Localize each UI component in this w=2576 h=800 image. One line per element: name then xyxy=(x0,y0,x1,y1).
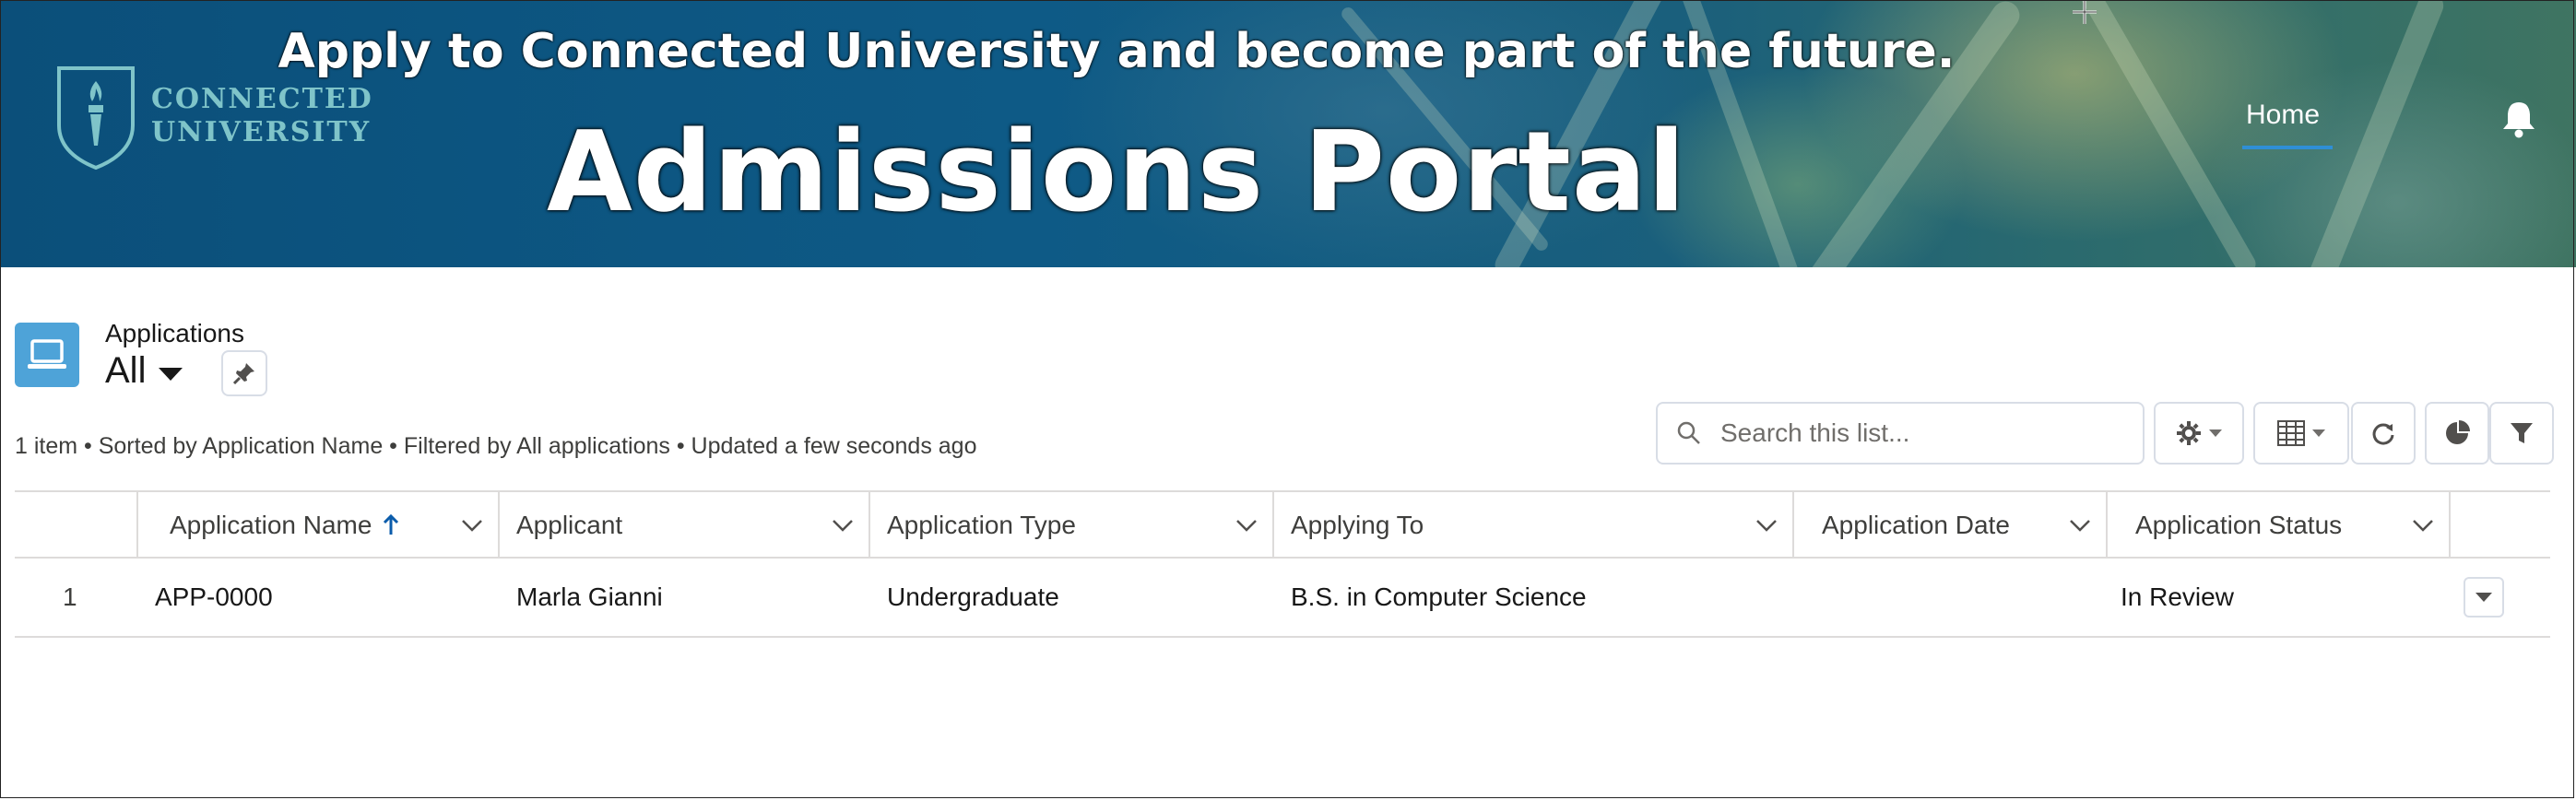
search-icon xyxy=(1677,421,1700,444)
list-settings-button[interactable] xyxy=(2154,402,2244,465)
chevron-down-icon xyxy=(2476,593,2492,602)
list-view-name: All xyxy=(105,350,147,391)
cell-application-status: In Review xyxy=(2121,582,2234,611)
display-as-button[interactable] xyxy=(2253,402,2349,465)
banner-tagline: Apply to Connected University and become… xyxy=(278,24,1956,79)
arrow-up-icon xyxy=(384,514,399,535)
bell-icon[interactable] xyxy=(2500,100,2537,143)
nav-home-link[interactable]: Home xyxy=(2246,100,2320,131)
column-header-application-type[interactable]: Application Type xyxy=(870,492,1274,559)
cell-application-type: Undergraduate xyxy=(887,582,1059,611)
table-row[interactable]: 1 APP-0000 Marla Gianni Undergraduate B.… xyxy=(15,559,2550,638)
applications-table: Application Name Applicant Application T… xyxy=(15,490,2550,638)
header-banner: CONNECTED UNIVERSITY Apply to Connected … xyxy=(0,0,2576,267)
chart-icon xyxy=(2446,420,2470,444)
table-header: Application Name Applicant Application T… xyxy=(15,490,2550,559)
chevron-down-icon xyxy=(159,367,183,381)
cell-applying-to[interactable]: B.S. in Computer Science xyxy=(1291,559,1587,636)
refresh-icon xyxy=(2372,423,2394,445)
chevron-down-icon[interactable] xyxy=(1234,512,1259,538)
filters-button[interactable] xyxy=(2489,402,2554,465)
chevron-down-icon xyxy=(2209,429,2222,437)
chevron-down-icon[interactable] xyxy=(2410,512,2436,538)
object-label: Applications xyxy=(105,319,244,347)
row-actions-button[interactable] xyxy=(2464,577,2504,618)
list-view-selector[interactable]: All xyxy=(105,350,183,392)
table-icon xyxy=(2277,420,2305,446)
filter-icon xyxy=(2511,423,2533,443)
search-input[interactable] xyxy=(1719,418,2128,449)
cursor-crosshair-icon xyxy=(2069,0,2100,30)
column-header-application-status[interactable]: Application Status xyxy=(2108,492,2451,559)
column-header-applying-to[interactable]: Applying To xyxy=(1274,492,1794,559)
chevron-down-icon[interactable] xyxy=(2067,512,2093,538)
pin-icon xyxy=(232,363,254,385)
page-title: Admissions Portal xyxy=(546,109,1687,237)
refresh-button[interactable] xyxy=(2351,402,2416,465)
cell-application-name[interactable]: APP-0000 xyxy=(155,559,273,636)
chevron-down-icon[interactable] xyxy=(1754,512,1779,538)
chevron-down-icon[interactable] xyxy=(459,512,485,538)
pin-list-view-button[interactable] xyxy=(221,350,267,396)
charts-button[interactable] xyxy=(2425,402,2489,465)
gear-icon xyxy=(2177,421,2201,445)
laptop-icon xyxy=(28,339,66,369)
row-number-header xyxy=(15,492,138,559)
column-header-application-name[interactable]: Application Name xyxy=(138,492,500,559)
chevron-down-icon[interactable] xyxy=(830,512,856,538)
search-box[interactable] xyxy=(1656,402,2145,465)
row-number: 1 xyxy=(63,582,77,611)
column-header-applicant[interactable]: Applicant xyxy=(500,492,870,559)
cell-applicant[interactable]: Marla Gianni xyxy=(516,559,663,636)
column-header-application-date[interactable]: Application Date xyxy=(1794,492,2108,559)
applications-object-icon xyxy=(15,323,79,387)
chevron-down-icon xyxy=(2312,429,2325,437)
nav-active-indicator xyxy=(2242,146,2333,149)
list-view-status: 1 item • Sorted by Application Name • Fi… xyxy=(15,433,977,459)
